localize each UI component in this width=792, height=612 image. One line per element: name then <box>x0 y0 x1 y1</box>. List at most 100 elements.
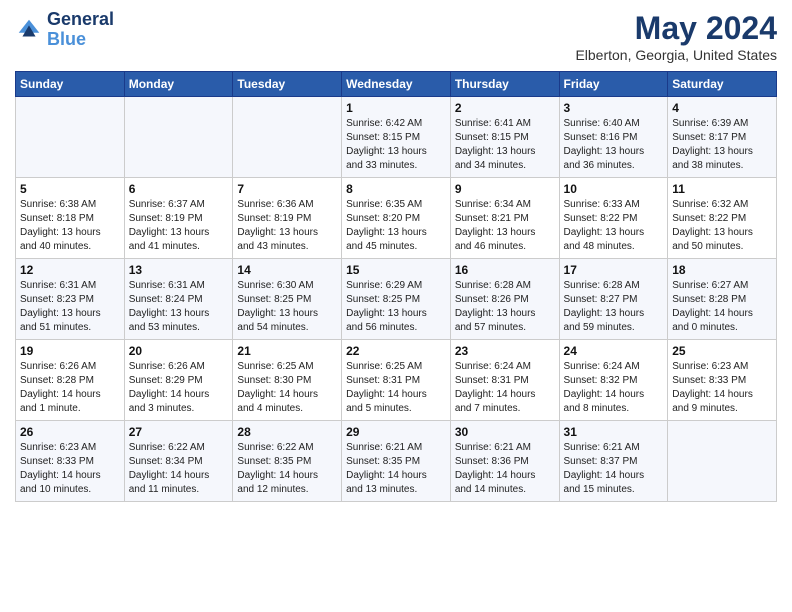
day-number: 3 <box>564 101 664 115</box>
day-number: 6 <box>129 182 229 196</box>
calendar-cell: 10 Sunrise: 6:33 AM Sunset: 8:22 PM Dayli… <box>559 178 668 259</box>
day-info: Sunrise: 6:23 AM Sunset: 8:33 PM Dayligh… <box>672 360 772 416</box>
title-block: May 2024 Elberton, Georgia, United State… <box>575 10 777 63</box>
day-info: Sunrise: 6:25 AM Sunset: 8:31 PM Dayligh… <box>346 360 446 416</box>
day-info: Sunrise: 6:26 AM Sunset: 8:29 PM Dayligh… <box>129 360 229 416</box>
day-number: 23 <box>455 344 555 358</box>
calendar-cell: 31 Sunrise: 6:21 AM Sunset: 8:37 PM Dayli… <box>559 421 668 502</box>
day-info: Sunrise: 6:33 AM Sunset: 8:22 PM Dayligh… <box>564 198 664 254</box>
day-number: 21 <box>237 344 337 358</box>
day-number: 26 <box>20 425 120 439</box>
week-row-4: 19Sunrise: 6:26 AM Sunset: 8:28 PM Dayli… <box>16 340 777 421</box>
day-info: Sunrise: 6:30 AM Sunset: 8:25 PM Dayligh… <box>237 279 337 335</box>
calendar-cell: 11 Sunrise: 6:32 AM Sunset: 8:22 PM Dayli… <box>668 178 777 259</box>
day-number: 16 <box>455 263 555 277</box>
day-number: 20 <box>129 344 229 358</box>
day-number: 17 <box>564 263 664 277</box>
day-number: 15 <box>346 263 446 277</box>
calendar-cell: 9Sunrise: 6:34 AM Sunset: 8:21 PM Daylig… <box>450 178 559 259</box>
day-header-saturday: Saturday <box>668 72 777 97</box>
day-number: 22 <box>346 344 446 358</box>
day-info: Sunrise: 6:28 AM Sunset: 8:26 PM Dayligh… <box>455 279 555 335</box>
calendar-cell: 25 Sunrise: 6:23 AM Sunset: 8:33 PM Dayli… <box>668 340 777 421</box>
day-info: Sunrise: 6:21 AM Sunset: 8:36 PM Dayligh… <box>455 441 555 497</box>
day-number: 11 <box>672 182 772 196</box>
week-row-2: 5Sunrise: 6:38 AM Sunset: 8:18 PM Daylig… <box>16 178 777 259</box>
calendar-cell: 22 Sunrise: 6:25 AM Sunset: 8:31 PM Dayli… <box>342 340 451 421</box>
day-info: Sunrise: 6:36 AM Sunset: 8:19 PM Dayligh… <box>237 198 337 254</box>
calendar-cell: 17Sunrise: 6:28 AM Sunset: 8:27 PM Dayli… <box>559 259 668 340</box>
day-number: 29 <box>346 425 446 439</box>
day-number: 12 <box>20 263 120 277</box>
day-number: 5 <box>20 182 120 196</box>
day-info: Sunrise: 6:26 AM Sunset: 8:28 PM Dayligh… <box>20 360 120 416</box>
week-row-5: 26 Sunrise: 6:23 AM Sunset: 8:33 PM Dayli… <box>16 421 777 502</box>
day-number: 9 <box>455 182 555 196</box>
calendar-cell: 18 Sunrise: 6:27 AM Sunset: 8:28 PM Dayli… <box>668 259 777 340</box>
day-number: 2 <box>455 101 555 115</box>
calendar-cell: 7 Sunrise: 6:36 AM Sunset: 8:19 PM Daylig… <box>233 178 342 259</box>
calendar-cell: 26 Sunrise: 6:23 AM Sunset: 8:33 PM Dayli… <box>16 421 125 502</box>
calendar-cell <box>233 97 342 178</box>
calendar-cell: 13 Sunrise: 6:31 AM Sunset: 8:24 PM Dayli… <box>124 259 233 340</box>
calendar-cell: 27 Sunrise: 6:22 AM Sunset: 8:34 PM Dayli… <box>124 421 233 502</box>
day-info: Sunrise: 6:29 AM Sunset: 8:25 PM Dayligh… <box>346 279 446 335</box>
week-row-3: 12Sunrise: 6:31 AM Sunset: 8:23 PM Dayli… <box>16 259 777 340</box>
day-number: 7 <box>237 182 337 196</box>
day-info: Sunrise: 6:31 AM Sunset: 8:24 PM Dayligh… <box>129 279 229 335</box>
logo: General Blue <box>15 10 114 50</box>
calendar-cell: 29 Sunrise: 6:21 AM Sunset: 8:35 PM Dayli… <box>342 421 451 502</box>
day-number: 31 <box>564 425 664 439</box>
day-info: Sunrise: 6:27 AM Sunset: 8:28 PM Dayligh… <box>672 279 772 335</box>
page-header: General Blue May 2024 Elberton, Georgia,… <box>15 10 777 63</box>
week-row-1: 1Sunrise: 6:42 AM Sunset: 8:15 PM Daylig… <box>16 97 777 178</box>
calendar-cell <box>668 421 777 502</box>
day-info: Sunrise: 6:24 AM Sunset: 8:32 PM Dayligh… <box>564 360 664 416</box>
calendar-cell: 5Sunrise: 6:38 AM Sunset: 8:18 PM Daylig… <box>16 178 125 259</box>
day-info: Sunrise: 6:22 AM Sunset: 8:35 PM Dayligh… <box>237 441 337 497</box>
calendar-cell: 8 Sunrise: 6:35 AM Sunset: 8:20 PM Daylig… <box>342 178 451 259</box>
day-info: Sunrise: 6:41 AM Sunset: 8:15 PM Dayligh… <box>455 117 555 173</box>
month-title: May 2024 <box>575 10 777 47</box>
calendar-cell: 28 Sunrise: 6:22 AM Sunset: 8:35 PM Dayli… <box>233 421 342 502</box>
calendar-cell: 24Sunrise: 6:24 AM Sunset: 8:32 PM Dayli… <box>559 340 668 421</box>
day-number: 27 <box>129 425 229 439</box>
day-info: Sunrise: 6:24 AM Sunset: 8:31 PM Dayligh… <box>455 360 555 416</box>
calendar-cell: 3Sunrise: 6:40 AM Sunset: 8:16 PM Daylig… <box>559 97 668 178</box>
day-number: 1 <box>346 101 446 115</box>
calendar-cell: 14 Sunrise: 6:30 AM Sunset: 8:25 PM Dayli… <box>233 259 342 340</box>
day-number: 28 <box>237 425 337 439</box>
calendar-cell: 23 Sunrise: 6:24 AM Sunset: 8:31 PM Dayli… <box>450 340 559 421</box>
day-info: Sunrise: 6:21 AM Sunset: 8:37 PM Dayligh… <box>564 441 664 497</box>
day-info: Sunrise: 6:23 AM Sunset: 8:33 PM Dayligh… <box>20 441 120 497</box>
day-header-sunday: Sunday <box>16 72 125 97</box>
calendar-cell: 6 Sunrise: 6:37 AM Sunset: 8:19 PM Daylig… <box>124 178 233 259</box>
day-header-monday: Monday <box>124 72 233 97</box>
calendar-cell: 2 Sunrise: 6:41 AM Sunset: 8:15 PM Daylig… <box>450 97 559 178</box>
day-info: Sunrise: 6:21 AM Sunset: 8:35 PM Dayligh… <box>346 441 446 497</box>
day-header-thursday: Thursday <box>450 72 559 97</box>
day-number: 14 <box>237 263 337 277</box>
day-number: 18 <box>672 263 772 277</box>
day-info: Sunrise: 6:35 AM Sunset: 8:20 PM Dayligh… <box>346 198 446 254</box>
calendar-cell: 12Sunrise: 6:31 AM Sunset: 8:23 PM Dayli… <box>16 259 125 340</box>
day-number: 10 <box>564 182 664 196</box>
day-info: Sunrise: 6:25 AM Sunset: 8:30 PM Dayligh… <box>237 360 337 416</box>
day-info: Sunrise: 6:22 AM Sunset: 8:34 PM Dayligh… <box>129 441 229 497</box>
day-number: 8 <box>346 182 446 196</box>
day-header-friday: Friday <box>559 72 668 97</box>
day-number: 13 <box>129 263 229 277</box>
calendar-cell <box>124 97 233 178</box>
day-number: 30 <box>455 425 555 439</box>
days-header-row: SundayMondayTuesdayWednesdayThursdayFrid… <box>16 72 777 97</box>
calendar-cell: 19Sunrise: 6:26 AM Sunset: 8:28 PM Dayli… <box>16 340 125 421</box>
day-info: Sunrise: 6:32 AM Sunset: 8:22 PM Dayligh… <box>672 198 772 254</box>
calendar-cell: 15 Sunrise: 6:29 AM Sunset: 8:25 PM Dayli… <box>342 259 451 340</box>
day-info: Sunrise: 6:37 AM Sunset: 8:19 PM Dayligh… <box>129 198 229 254</box>
day-number: 25 <box>672 344 772 358</box>
calendar-cell: 20 Sunrise: 6:26 AM Sunset: 8:29 PM Dayli… <box>124 340 233 421</box>
calendar-cell: 21 Sunrise: 6:25 AM Sunset: 8:30 PM Dayli… <box>233 340 342 421</box>
calendar-cell <box>16 97 125 178</box>
location: Elberton, Georgia, United States <box>575 47 777 63</box>
calendar-cell: 30 Sunrise: 6:21 AM Sunset: 8:36 PM Dayli… <box>450 421 559 502</box>
